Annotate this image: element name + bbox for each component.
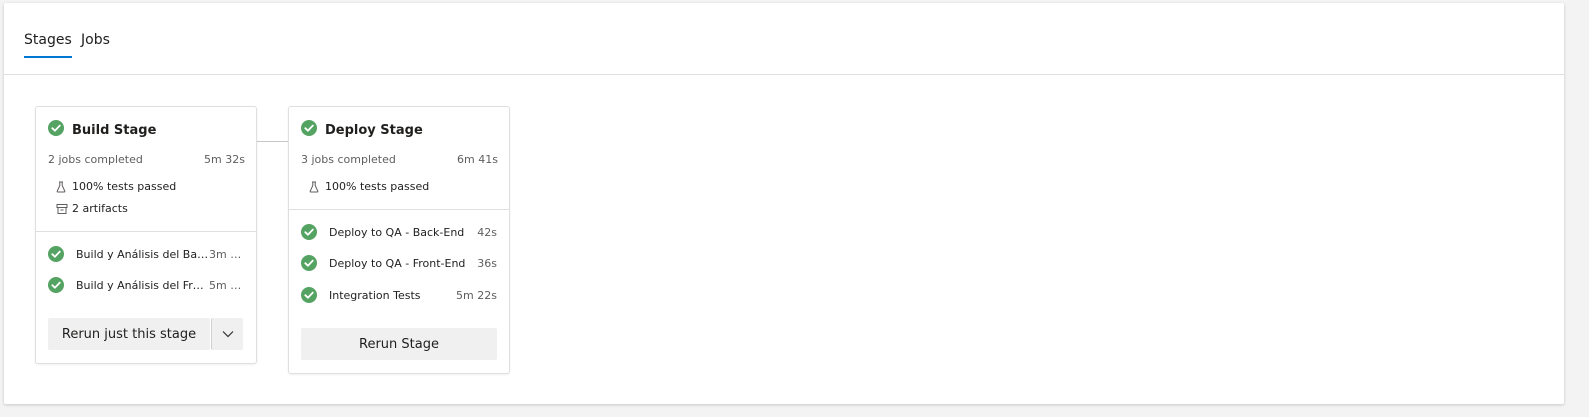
jobs-summary: 2 jobs completed: [48, 153, 143, 166]
artifacts-label: 2 artifacts: [72, 202, 128, 215]
artifact-box-icon: [56, 203, 68, 218]
divider: [289, 209, 509, 210]
rerun-stage-button[interactable]: Rerun Stage: [301, 328, 497, 360]
job-name: Deploy to QA - Front-End: [329, 257, 466, 270]
job-row[interactable]: Deploy to QA - Front-End 36s: [301, 255, 497, 273]
stage-card-deploy[interactable]: Deploy Stage 3 jobs completed 6m 41s 100…: [288, 106, 510, 374]
job-name: Build y Análisis del Back-End: [76, 248, 209, 261]
job-name: Deploy to QA - Back-End: [329, 226, 465, 239]
job-row[interactable]: Build y Análisis del Back-End 3m 12s: [48, 246, 244, 264]
tab-stages[interactable]: Stages: [24, 32, 72, 58]
rerun-stage-button[interactable]: Rerun just this stage: [48, 318, 210, 350]
stage-title[interactable]: Deploy Stage: [325, 123, 423, 138]
job-duration: 5m 20s: [209, 279, 242, 292]
stage-title[interactable]: Build Stage: [72, 123, 156, 138]
divider: [36, 231, 256, 232]
flask-icon: [309, 181, 319, 196]
job-duration: 3m 12s: [209, 248, 242, 261]
chevron-down-icon: [222, 331, 234, 338]
stage-duration: 5m 32s: [204, 153, 245, 166]
success-check-icon: [48, 120, 64, 136]
flask-icon: [56, 181, 66, 196]
job-name: Build y Análisis del Front-End: [76, 279, 209, 292]
job-duration: 5m 22s: [456, 289, 497, 302]
success-check-icon: [301, 224, 317, 240]
success-check-icon: [301, 287, 317, 303]
job-duration: 42s: [477, 226, 497, 239]
job-duration: 36s: [477, 257, 497, 270]
job-row[interactable]: Deploy to QA - Back-End 42s: [301, 224, 497, 242]
rerun-options-button[interactable]: [211, 318, 243, 350]
success-check-icon: [48, 246, 64, 262]
job-row[interactable]: Integration Tests 5m 22s: [301, 287, 497, 305]
job-row[interactable]: Build y Análisis del Front-End 5m 20s: [48, 277, 244, 295]
tab-bar: Stages Jobs: [4, 3, 1564, 75]
tests-label: 100% tests passed: [72, 180, 177, 193]
stage-card-build[interactable]: Build Stage 2 jobs completed 5m 32s 100%…: [35, 106, 257, 364]
tab-jobs[interactable]: Jobs: [81, 32, 110, 56]
stage-connector: [256, 141, 289, 142]
pipeline-panel: Stages Jobs Build Stage 2 jobs completed…: [4, 3, 1564, 404]
success-check-icon: [301, 255, 317, 271]
tests-label: 100% tests passed: [325, 180, 430, 193]
success-check-icon: [301, 120, 317, 136]
jobs-summary: 3 jobs completed: [301, 153, 396, 166]
stage-duration: 6m 41s: [457, 153, 498, 166]
job-name: Integration Tests: [329, 289, 421, 302]
success-check-icon: [48, 277, 64, 293]
